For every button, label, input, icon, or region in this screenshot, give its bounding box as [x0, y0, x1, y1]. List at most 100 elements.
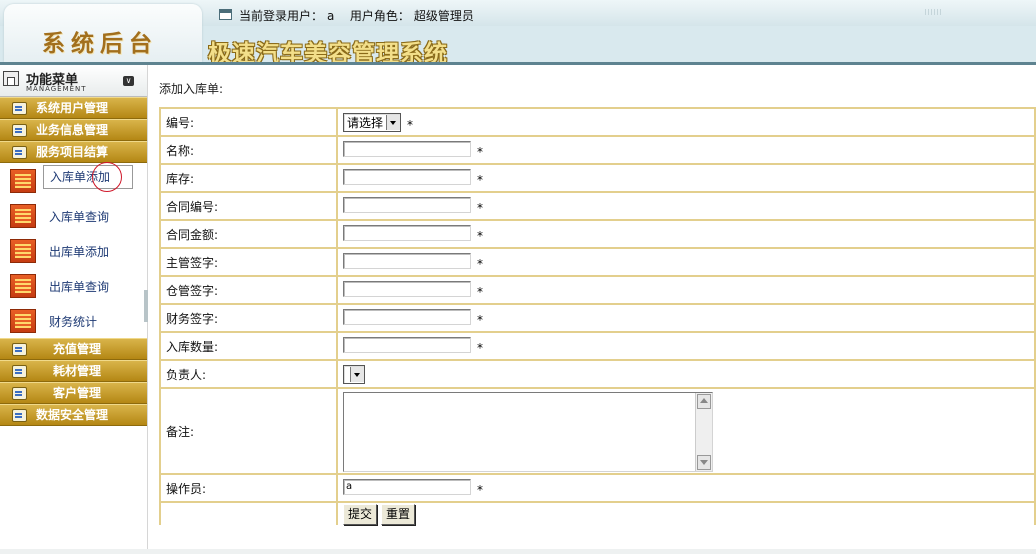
category-icon	[12, 343, 27, 356]
form-icon	[10, 309, 36, 333]
sidebar-category-system-users[interactable]: 系统用户管理	[0, 97, 147, 119]
category-label: 耗材管理	[53, 364, 102, 378]
field-label: 负责人:	[159, 359, 338, 389]
scroll-up-arrow-icon[interactable]	[697, 394, 711, 409]
operator-input[interactable]: a	[343, 479, 471, 496]
role-value: 超级管理员	[413, 9, 474, 23]
sidebar-category-recharge[interactable]: 充值管理	[0, 338, 147, 360]
sidebar-category-data-security[interactable]: 数据安全管理	[0, 404, 147, 426]
form-row-supervisor-sign: 主管签字: *	[159, 247, 1036, 277]
sidebar-item-outbound-add[interactable]: 出库单添加	[0, 233, 147, 268]
sidebar-item-label: 财务统计	[49, 315, 98, 329]
field-label: 合同编号:	[159, 191, 338, 221]
category-label: 系统用户管理	[36, 101, 109, 115]
category-label: 客户管理	[53, 386, 102, 400]
finance-sign-input[interactable]	[343, 309, 471, 326]
highlight-circle	[92, 162, 122, 192]
empty-label-cell	[159, 501, 338, 525]
stock-input[interactable]	[343, 169, 471, 186]
user-value: a	[327, 9, 335, 23]
form-icon	[10, 274, 36, 298]
sidebar-item-inbound-add[interactable]: 入库单添加	[0, 162, 147, 198]
contract-no-input[interactable]	[343, 197, 471, 214]
form-row-warehouse-sign: 仓管签字: *	[159, 275, 1036, 305]
sidebar-category-consumables[interactable]: 耗材管理	[0, 360, 147, 382]
field-label: 编号:	[159, 107, 338, 137]
field-label: 仓管签字:	[159, 275, 338, 305]
field-cell: *	[336, 163, 1036, 193]
number-select[interactable]: 请选择	[343, 112, 402, 132]
sidebar-category-business-info[interactable]: 业务信息管理	[0, 119, 147, 141]
collapse-menu-icon[interactable]: ∨	[123, 76, 134, 86]
required-mark: *	[477, 284, 483, 299]
category-icon	[12, 387, 27, 400]
form-row-name: 名称: *	[159, 135, 1036, 165]
field-cell: 请选择 *	[336, 107, 1036, 137]
page-title: 添加入库单:	[159, 82, 224, 96]
dropdown-arrow-icon[interactable]	[386, 114, 401, 130]
form-row-number: 编号: 请选择 *	[159, 107, 1036, 137]
category-label: 充值管理	[53, 342, 102, 356]
field-label: 财务签字:	[159, 303, 338, 333]
warehouse-sign-input[interactable]	[343, 281, 471, 298]
footer-strip	[0, 549, 1036, 554]
inbound-form-table: 编号: 请选择 * 名称: * 库存: * 合同编号: * 合同金额: * 主管…	[159, 107, 1036, 525]
required-mark: *	[477, 482, 483, 497]
form-row-remarks: 备注:	[159, 387, 1036, 475]
field-cell: *	[336, 275, 1036, 305]
category-label: 数据安全管理	[36, 408, 109, 422]
sidebar-item-label: 出库单查询	[49, 280, 110, 294]
sidebar-category-customers[interactable]: 客户管理	[0, 382, 147, 404]
required-mark: *	[477, 256, 483, 271]
required-mark: *	[477, 200, 483, 215]
required-mark: *	[477, 340, 483, 355]
field-cell: *	[336, 247, 1036, 277]
category-icon	[12, 146, 27, 159]
role-label: 用户角色：	[349, 9, 410, 23]
required-mark: *	[477, 144, 483, 159]
field-cell: a *	[336, 473, 1036, 503]
category-label: 服务项目结算	[36, 145, 109, 159]
form-row-contract-amount: 合同金额: *	[159, 219, 1036, 249]
sidebar: 功能菜单 MANAGEMENT ∨ 系统用户管理 业务信息管理 服务项目结算 入…	[0, 65, 148, 554]
sidebar-category-service-settlement[interactable]: 服务项目结算	[0, 141, 147, 163]
contract-amount-input[interactable]	[343, 225, 471, 242]
field-label: 操作员:	[159, 473, 338, 503]
field-label: 主管签字:	[159, 247, 338, 277]
form-row-operator: 操作员: a *	[159, 473, 1036, 503]
supervisor-sign-input[interactable]	[343, 253, 471, 270]
sidebar-item-inbound-query[interactable]: 入库单查询	[0, 198, 147, 233]
brand-title: 系统后台	[42, 30, 158, 57]
field-label: 库存:	[159, 163, 338, 193]
sidebar-item-finance-stats[interactable]: 财务统计	[0, 303, 147, 338]
user-label: 当前登录用户：	[239, 9, 324, 23]
reset-button[interactable]: 重置	[381, 503, 416, 525]
form-row-finance-sign: 财务签字: *	[159, 303, 1036, 333]
field-label: 名称:	[159, 135, 338, 165]
scroll-down-arrow-icon[interactable]	[697, 455, 711, 470]
dropdown-arrow-icon[interactable]	[350, 366, 364, 382]
header-divider	[0, 62, 1036, 65]
person-in-charge-select[interactable]	[343, 364, 365, 384]
textarea-scrollbar[interactable]	[695, 393, 712, 471]
form-row-quantity: 入库数量: *	[159, 331, 1036, 361]
brand-tab: 系统后台	[4, 4, 202, 62]
user-info: 当前登录用户： a 用户角色： 超级管理员	[239, 7, 478, 24]
quantity-input[interactable]	[343, 337, 471, 354]
user-window-icon	[219, 9, 232, 20]
sidebar-subtitle: MANAGEMENT	[26, 85, 87, 93]
field-cell	[336, 387, 1036, 475]
sidebar-splitter-handle[interactable]	[144, 290, 148, 322]
category-icon	[12, 102, 27, 115]
actions-cell: 提交 重置	[336, 501, 1036, 525]
select-value: 请选择	[347, 115, 384, 130]
submit-button[interactable]: 提交	[343, 503, 378, 525]
field-label: 合同金额:	[159, 219, 338, 249]
sidebar-item-outbound-query[interactable]: 出库单查询	[0, 268, 147, 303]
name-input[interactable]	[343, 141, 471, 158]
remarks-textarea[interactable]	[343, 392, 713, 472]
category-icon	[12, 365, 27, 378]
sidebar-item-label: 入库单查询	[49, 210, 110, 224]
required-mark: *	[477, 312, 483, 327]
field-cell: *	[336, 135, 1036, 165]
